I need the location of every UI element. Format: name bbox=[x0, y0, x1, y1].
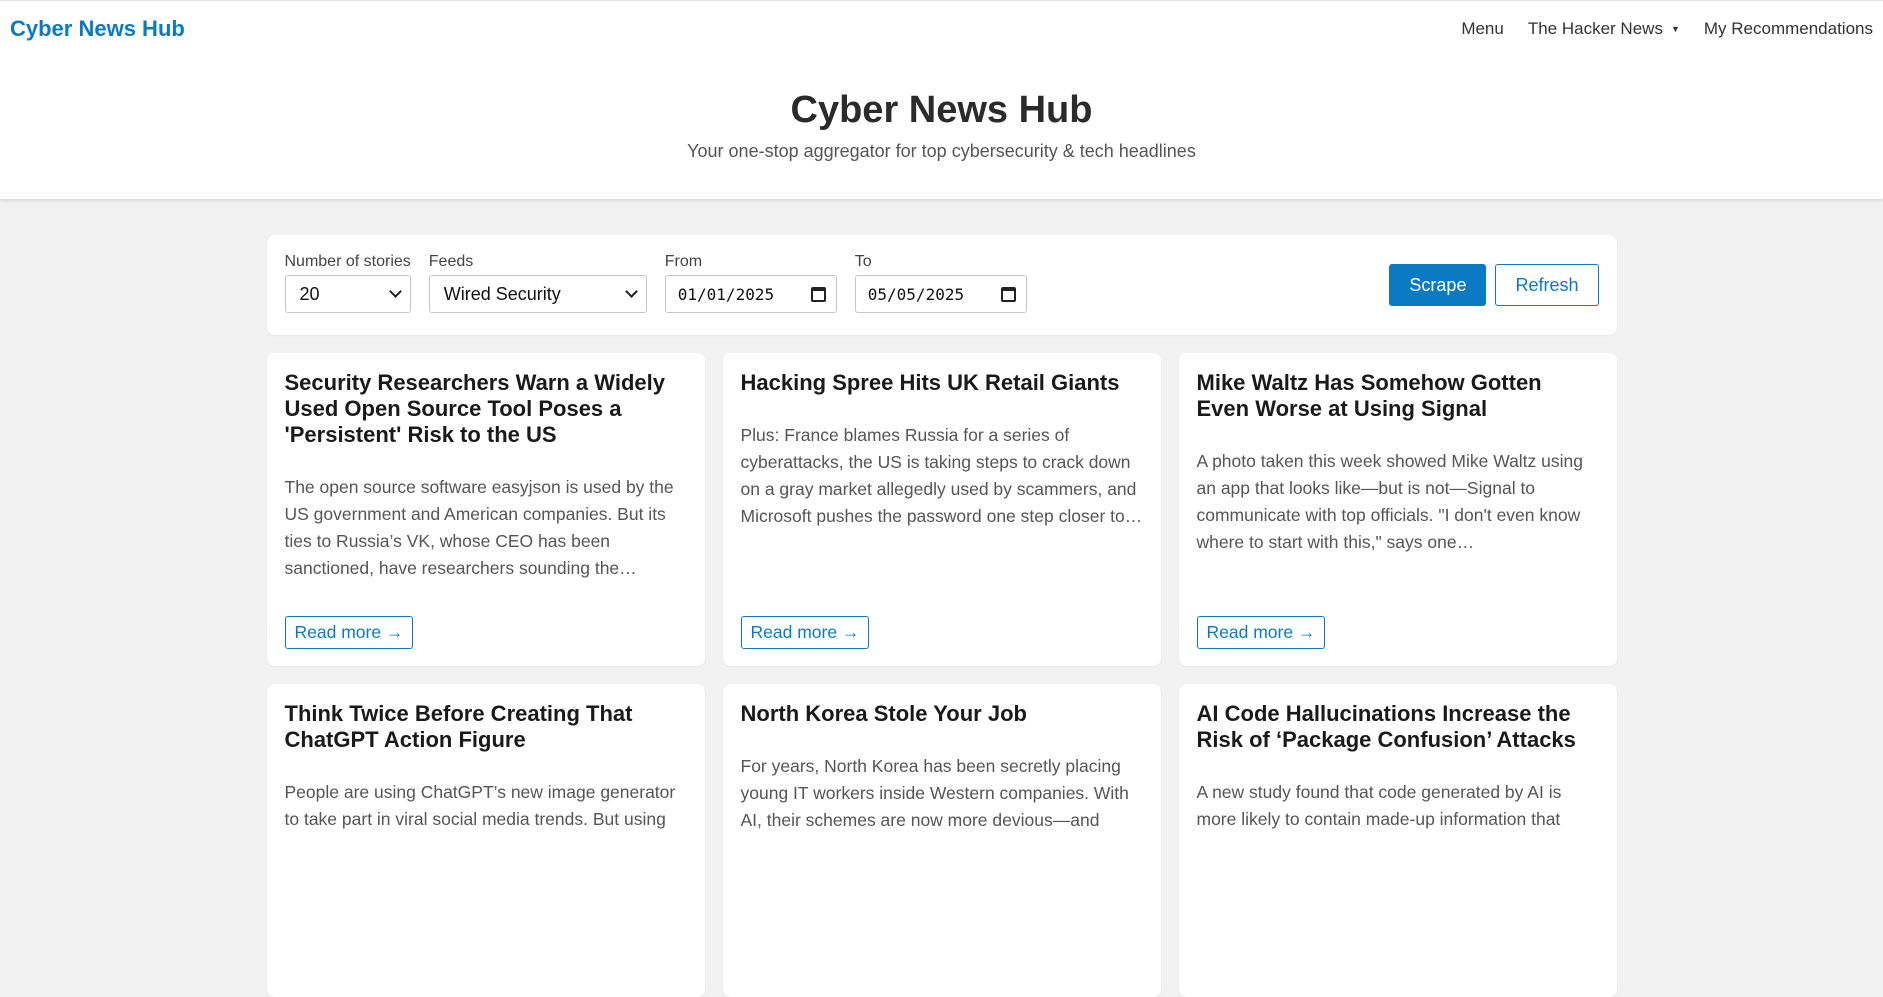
article-card: Hacking Spree Hits UK Retail Giants Plus… bbox=[722, 353, 1161, 666]
feeds-label: Feeds bbox=[428, 253, 474, 270]
main-container: Number of stories 20 Feeds Wired Securit… bbox=[266, 235, 1617, 997]
article-summary: For years, North Korea has been secretly… bbox=[740, 756, 1129, 830]
article-summary: People are using ChatGPT’s new image gen… bbox=[284, 782, 676, 829]
scrape-button[interactable]: Scrape bbox=[1389, 264, 1487, 306]
article-summary: A new study found that code generated by… bbox=[1196, 782, 1562, 829]
page-title: Cyber News Hub bbox=[790, 89, 1093, 131]
to-date-input[interactable]: 05/05/2025 bbox=[854, 275, 1027, 313]
read-more-button[interactable]: Read more → bbox=[740, 616, 870, 649]
stories-select[interactable]: 20 bbox=[284, 275, 411, 313]
caret-down-icon: ▼ bbox=[1670, 23, 1680, 34]
page-subtitle: Your one-stop aggregator for top cyberse… bbox=[687, 141, 1196, 161]
read-more-button[interactable]: Read more → bbox=[1196, 616, 1326, 649]
to-label: To bbox=[854, 253, 872, 270]
article-title: Hacking Spree Hits UK Retail Giants bbox=[740, 370, 1120, 395]
feeds-value: Wired Security bbox=[443, 283, 561, 304]
from-field: From 01/01/2025 bbox=[664, 253, 837, 313]
nav-hacker-news-dropdown[interactable]: The Hacker News ▼ bbox=[1528, 19, 1680, 39]
article-card: Security Researchers Warn a Widely Used … bbox=[266, 353, 705, 666]
top-navbar: Cyber News Hub Menu The Hacker News ▼ My … bbox=[0, 0, 1883, 56]
nav-recommendations-link[interactable]: My Recommendations bbox=[1704, 19, 1873, 39]
from-date-value: 01/01/2025 bbox=[677, 284, 775, 304]
article-card: Mike Waltz Has Somehow Gotten Even Worse… bbox=[1178, 353, 1617, 666]
read-more-button[interactable]: Read more → bbox=[284, 616, 414, 649]
article-card: Think Twice Before Creating That ChatGPT… bbox=[266, 684, 705, 997]
chevron-down-icon bbox=[388, 285, 402, 298]
nav-menu-link[interactable]: Menu bbox=[1461, 19, 1504, 39]
stories-value: 20 bbox=[299, 283, 320, 304]
feeds-select[interactable]: Wired Security bbox=[428, 275, 647, 313]
chevron-down-icon bbox=[624, 285, 638, 298]
article-summary: The open source software easyjson is use… bbox=[284, 477, 674, 578]
article-title: AI Code Hallucinations Increase the Risk… bbox=[1196, 701, 1576, 752]
article-summary: A photo taken this week showed Mike Walt… bbox=[1196, 451, 1584, 552]
nav-links: Menu The Hacker News ▼ My Recommendations bbox=[1461, 19, 1873, 39]
calendar-icon[interactable] bbox=[1000, 286, 1016, 302]
calendar-icon[interactable] bbox=[810, 286, 826, 302]
articles-grid: Security Researchers Warn a Widely Used … bbox=[266, 353, 1617, 997]
from-date-input[interactable]: 01/01/2025 bbox=[664, 275, 837, 313]
nav-hacker-news-label: The Hacker News bbox=[1527, 18, 1663, 38]
stories-field: Number of stories 20 bbox=[284, 253, 411, 313]
article-title: Think Twice Before Creating That ChatGPT… bbox=[284, 701, 633, 752]
article-title: North Korea Stole Your Job bbox=[740, 701, 1027, 726]
hero-header: Cyber News Hub Your one-stop aggregator … bbox=[0, 56, 1883, 199]
to-field: To 05/05/2025 bbox=[854, 253, 1027, 313]
to-date-value: 05/05/2025 bbox=[867, 284, 965, 304]
article-title: Security Researchers Warn a Widely Used … bbox=[284, 370, 666, 447]
stories-label: Number of stories bbox=[284, 253, 411, 270]
article-card: AI Code Hallucinations Increase the Risk… bbox=[1178, 684, 1617, 997]
article-title: Mike Waltz Has Somehow Gotten Even Worse… bbox=[1196, 370, 1542, 421]
article-summary: Plus: France blames Russia for a series … bbox=[740, 425, 1143, 526]
refresh-button[interactable]: Refresh bbox=[1495, 264, 1599, 306]
feeds-field: Feeds Wired Security bbox=[428, 253, 647, 313]
from-label: From bbox=[664, 253, 703, 270]
brand-link[interactable]: Cyber News Hub bbox=[10, 16, 185, 42]
article-card: North Korea Stole Your Job For years, No… bbox=[722, 684, 1161, 997]
filter-controls: Number of stories 20 Feeds Wired Securit… bbox=[266, 235, 1617, 335]
